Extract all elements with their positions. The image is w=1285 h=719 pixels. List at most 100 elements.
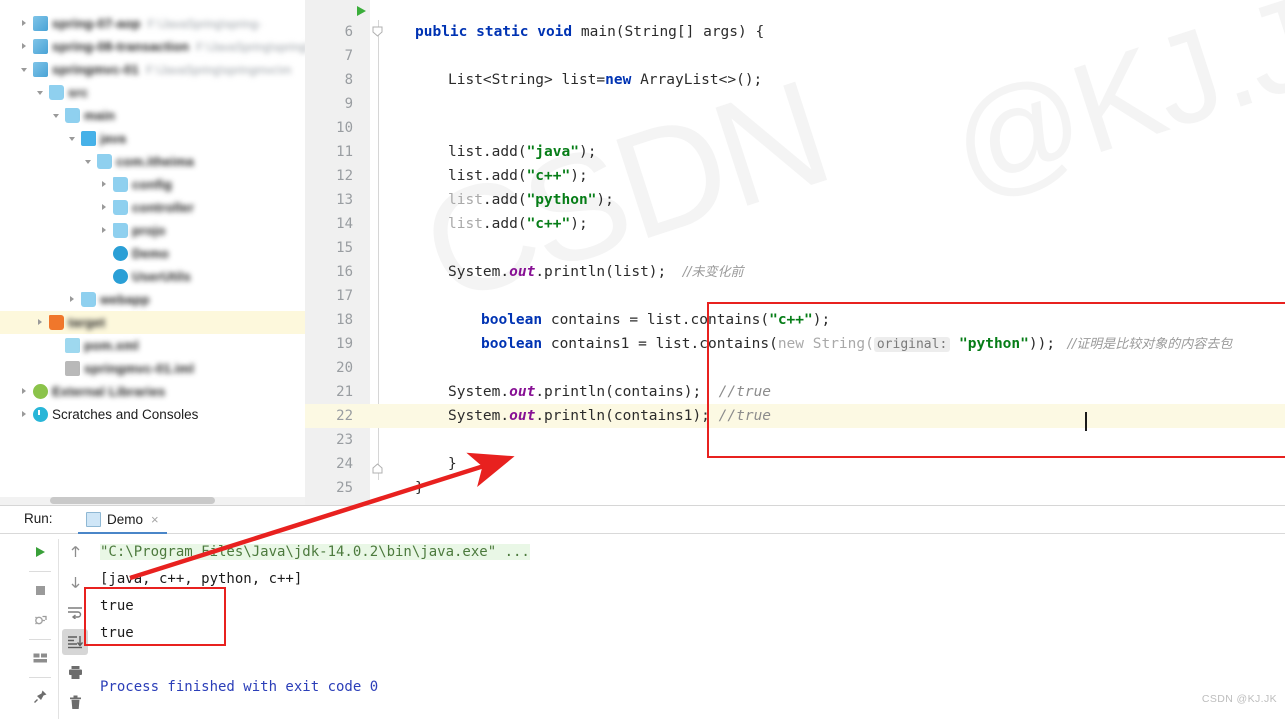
chevron-down-icon[interactable] [36,87,47,98]
fold-collapse-icon-bottom[interactable] [371,462,384,475]
tree-node-demo[interactable]: Demo [0,242,305,265]
tree-node-main[interactable]: main [0,104,305,127]
line-number[interactable]: 10 [305,116,353,140]
code-line-19[interactable]: 19 boolean contains1 = list.contains(new … [305,332,1285,356]
code-line-12[interactable]: 12 list.add("c++"); [305,164,1285,188]
run-gutter-play-icon[interactable] [357,6,366,16]
tree-node-projo[interactable]: projo [0,219,305,242]
tree-node-controller[interactable]: controller [0,196,305,219]
soft-wrap-button[interactable] [62,599,88,625]
code-line-8[interactable]: 8 List<String> list=new ArrayList<>(); [305,68,1285,92]
run-toolbar-primary[interactable] [22,539,58,713]
code-line-14[interactable]: 14 list.add("c++"); [305,212,1285,236]
tree-node-pom-xml[interactable]: pom.xml [0,334,305,357]
chevron-right-icon[interactable] [20,409,31,420]
chevron-down-icon[interactable] [52,110,63,121]
sidebar-horizontal-scrollbar[interactable] [50,497,215,504]
tree-node-userutils[interactable]: UserUtils [0,265,305,288]
tree-node-spring-08-transaction[interactable]: spring-08-transaction F:\JavaSpring\sprin… [0,35,305,58]
run-toolbar-secondary[interactable] [58,539,91,719]
chevron-right-icon[interactable] [100,179,111,190]
code-line-16[interactable]: 16 System.out.println(list); //未变化前 [305,260,1285,284]
code-line-24[interactable]: 24} [305,452,1285,476]
tree-node-webapp[interactable]: webapp [0,288,305,311]
code-line-18[interactable]: 18 boolean contains = list.contains("c++"… [305,308,1285,332]
run-tool-window[interactable]: Run: Demo × "C:\Program Files\Java\jdk-1… [0,505,1285,719]
tree-node-springmvc-01[interactable]: springmvc-01 F:\JavaSpring\springmvc\m [0,58,305,81]
up-the-stack-trace-button[interactable] [62,539,88,565]
tree-node-label: target [68,315,106,330]
code-line-15[interactable]: 15 [305,236,1285,260]
fold-collapse-icon-top[interactable] [371,25,384,38]
chevron-down-icon[interactable] [84,156,95,167]
rerun-failed-tests-button[interactable] [27,607,53,633]
code-editor[interactable]: CSDN @KJ.JK 6public static void main(Str… [305,0,1285,505]
run-tab-demo[interactable]: Demo × [78,506,167,534]
line-number[interactable]: 12 [305,164,353,188]
stop-button[interactable] [27,577,53,603]
layout-button[interactable] [27,645,53,671]
line-number[interactable]: 17 [305,284,353,308]
line-number[interactable]: 11 [305,140,353,164]
code-line-10[interactable]: 10 [305,116,1285,140]
code-line-text: System.out.println(contains); //true [415,380,771,404]
tree-node-java[interactable]: java [0,127,305,150]
chevron-down-icon[interactable] [68,133,79,144]
tree-node-src[interactable]: src [0,81,305,104]
chevron-right-icon[interactable] [36,317,47,328]
line-number[interactable]: 9 [305,92,353,116]
line-number[interactable]: 19 [305,332,353,356]
chevron-down-icon[interactable] [20,64,31,75]
code-line-25[interactable]: 25} [305,476,1285,500]
line-number[interactable]: 24 [305,452,353,476]
tree-node-scratches-and-consoles[interactable]: Scratches and Consoles [0,403,305,426]
pin-tab-button[interactable] [27,683,53,709]
chevron-right-icon[interactable] [20,386,31,397]
project-tree[interactable]: spring-07-aop F:\JavaSpring\spring-spring… [0,12,305,426]
close-icon[interactable]: × [151,512,159,527]
code-line-21[interactable]: 21 System.out.println(contains); //true [305,380,1285,404]
chevron-right-icon[interactable] [100,202,111,213]
line-number[interactable]: 8 [305,68,353,92]
scroll-to-end-button[interactable] [62,629,88,655]
tree-node-config[interactable]: config [0,173,305,196]
code-line-22[interactable]: 22 System.out.println(contains1); //true [305,404,1285,428]
chevron-right-icon[interactable] [100,225,111,236]
chevron-right-icon[interactable] [68,294,79,305]
print-button[interactable] [62,659,88,685]
chevron-right-icon[interactable] [20,41,31,52]
tree-node-spring-07-aop[interactable]: spring-07-aop F:\JavaSpring\spring- [0,12,305,35]
code-line-17[interactable]: 17 [305,284,1285,308]
code-line-9[interactable]: 9 [305,92,1285,116]
line-number[interactable]: 18 [305,308,353,332]
code-token: ); [596,192,614,208]
tree-node-springmvc-01-iml[interactable]: springmvc-01.iml [0,357,305,380]
console-output[interactable]: "C:\Program Files\Java\jdk-14.0.2\bin\ja… [92,539,1285,709]
code-line-7[interactable]: 7 [305,44,1285,68]
line-number[interactable]: 23 [305,428,353,452]
tree-node-com-itheima[interactable]: com.itheima [0,150,305,173]
code-line-list[interactable]: 6 public static void main(String[] args) … [305,20,1285,500]
code-line-20[interactable]: 20 [305,356,1285,380]
chevron-right-icon[interactable] [20,18,31,29]
code-line-23[interactable]: 23 [305,428,1285,452]
code-line-11[interactable]: 11 list.add("java"); [305,140,1285,164]
line-number[interactable]: 25 [305,476,353,500]
project-tree-panel[interactable]: spring-07-aop F:\JavaSpring\spring-spring… [0,0,305,497]
down-the-stack-trace-button[interactable] [62,569,88,595]
clear-all-button[interactable] [62,689,88,715]
code-line-13[interactable]: 13 list.add("python"); [305,188,1285,212]
code-line-6[interactable]: 6 public static void main(String[] args) … [305,20,1285,44]
tree-node-target[interactable]: target [0,311,305,334]
line-number[interactable]: 7 [305,44,353,68]
line-number[interactable]: 15 [305,236,353,260]
tree-node-external-libraries[interactable]: External Libraries [0,380,305,403]
line-number[interactable]: 21 [305,380,353,404]
line-number[interactable]: 14 [305,212,353,236]
line-number[interactable]: 6 [305,20,353,44]
line-number[interactable]: 22 [305,404,353,428]
line-number[interactable]: 13 [305,188,353,212]
line-number[interactable]: 16 [305,260,353,284]
line-number[interactable]: 20 [305,356,353,380]
rerun-button[interactable] [27,539,53,565]
